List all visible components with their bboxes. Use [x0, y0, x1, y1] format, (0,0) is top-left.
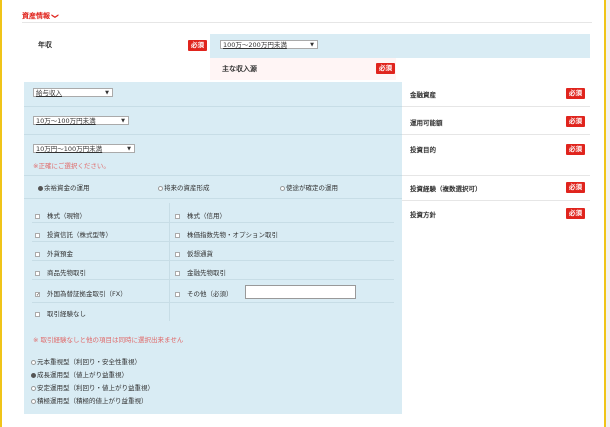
financial-assets-select-value: 10万～100万円未満 — [36, 117, 96, 125]
checkbox-icon — [175, 213, 180, 219]
section-title-text: 資産情報 — [22, 12, 50, 20]
required-badge: 必須 — [566, 208, 585, 219]
asset-info-panel: 資産情報❯ 年収 必須 100万～200万円未満 ▼ 主な収入源 必須 給与収入 ▼… — [0, 0, 606, 427]
checkbox-icon — [35, 232, 40, 238]
policy-option-aggressive[interactable]: 積極運用型（積極的値上がり益重視） — [31, 395, 148, 405]
experience-investment-trust[interactable]: 投資信託（株式型等） — [35, 229, 112, 239]
financial-assets-label: 金融資産 — [410, 91, 436, 99]
experience-fx[interactable]: ✓ 外国為替証拠金取引（FX） — [35, 288, 127, 298]
experience-other[interactable]: その他（必須） — [175, 288, 233, 298]
required-badge: 必須 — [376, 63, 395, 74]
radio-icon — [38, 185, 43, 191]
chevron-down-icon: ❯ — [50, 13, 59, 19]
policy-option-stable[interactable]: 安定運用型（利回り・値上がり益重視） — [31, 382, 154, 392]
main-income-select-value: 給与収入 — [36, 89, 62, 97]
required-badge: 必須 — [188, 40, 207, 51]
radio-icon — [31, 359, 36, 365]
checkbox-icon — [35, 251, 40, 257]
checkbox-icon — [175, 251, 180, 257]
main-income-label: 主な収入源 — [222, 65, 257, 73]
dropdown-arrow-icon: ▼ — [105, 90, 109, 96]
checkbox-icon — [175, 232, 180, 238]
experience-stock-margin[interactable]: 株式（信用） — [175, 210, 226, 220]
radio-icon — [31, 372, 36, 378]
checkbox-icon — [35, 311, 40, 317]
experience-financial-futures[interactable]: 金融先物取引 — [175, 267, 226, 277]
financial-assets-select[interactable]: 10万～100万円未満 ▼ — [33, 116, 129, 125]
annual-income-select-value: 100万～200万円未満 — [223, 41, 287, 49]
section-title[interactable]: 資産情報❯ — [22, 11, 59, 21]
annual-income-select[interactable]: 100万～200万円未満 ▼ — [220, 40, 318, 49]
required-badge: 必須 — [566, 116, 585, 127]
policy-option-growth[interactable]: 成長運用型（値上がり益重視） — [31, 369, 128, 379]
experience-commodity-futures[interactable]: 商品先物取引 — [35, 267, 86, 277]
dropdown-arrow-icon: ▼ — [310, 42, 314, 48]
main-income-select[interactable]: 給与収入 ▼ — [33, 88, 113, 97]
radio-icon — [31, 398, 36, 404]
usable-amount-label: 運用可能額 — [410, 119, 443, 127]
purpose-option-fixed-use[interactable]: 使途が確定の運用 — [280, 182, 338, 192]
radio-icon — [158, 185, 163, 191]
investment-policy-label: 投資方針 — [410, 211, 436, 219]
experience-note: ※ 取引経験なしと他の項目は同時に選択出来ません — [33, 336, 184, 344]
usable-amount-select-value: 10万円～100万円未満 — [36, 145, 103, 153]
investment-experience-label: 投資経験（複数選択可） — [410, 185, 482, 193]
policy-option-principal[interactable]: 元本重視型（利回り・安全性重視） — [31, 356, 141, 366]
experience-foreign-deposit[interactable]: 外貨預金 — [35, 248, 73, 258]
purpose-option-future-assets[interactable]: 将来の資産形成 — [158, 182, 210, 192]
experience-index-futures[interactable]: 株価指数先物・オプション取引 — [175, 229, 278, 239]
experience-crypto[interactable]: 仮想通貨 — [175, 248, 213, 258]
experience-none[interactable]: 取引経験なし — [35, 308, 86, 318]
radio-icon — [280, 185, 285, 191]
checkmark-icon: ✓ — [35, 291, 41, 298]
checkbox-icon — [175, 291, 180, 297]
experience-other-input[interactable] — [245, 285, 356, 299]
dropdown-arrow-icon: ▼ — [121, 118, 125, 124]
investment-purpose-label: 投資目的 — [410, 146, 436, 154]
checkbox-icon — [175, 270, 180, 276]
required-badge: 必須 — [566, 88, 585, 99]
usable-amount-error: ※正確にご選択ください。 — [33, 162, 110, 170]
purpose-option-spare-funds[interactable]: 余裕資金の運用 — [38, 182, 90, 192]
required-badge: 必須 — [566, 182, 585, 193]
experience-stock-cash[interactable]: 株式（現物） — [35, 210, 86, 220]
usable-amount-select[interactable]: 10万円～100万円未満 ▼ — [33, 144, 135, 153]
divider — [22, 22, 592, 23]
dropdown-arrow-icon: ▼ — [127, 146, 131, 152]
radio-icon — [31, 385, 36, 391]
checkbox-icon — [35, 270, 40, 276]
checkbox-icon — [35, 213, 40, 219]
required-badge: 必須 — [566, 144, 585, 155]
annual-income-label: 年収 — [38, 41, 52, 49]
